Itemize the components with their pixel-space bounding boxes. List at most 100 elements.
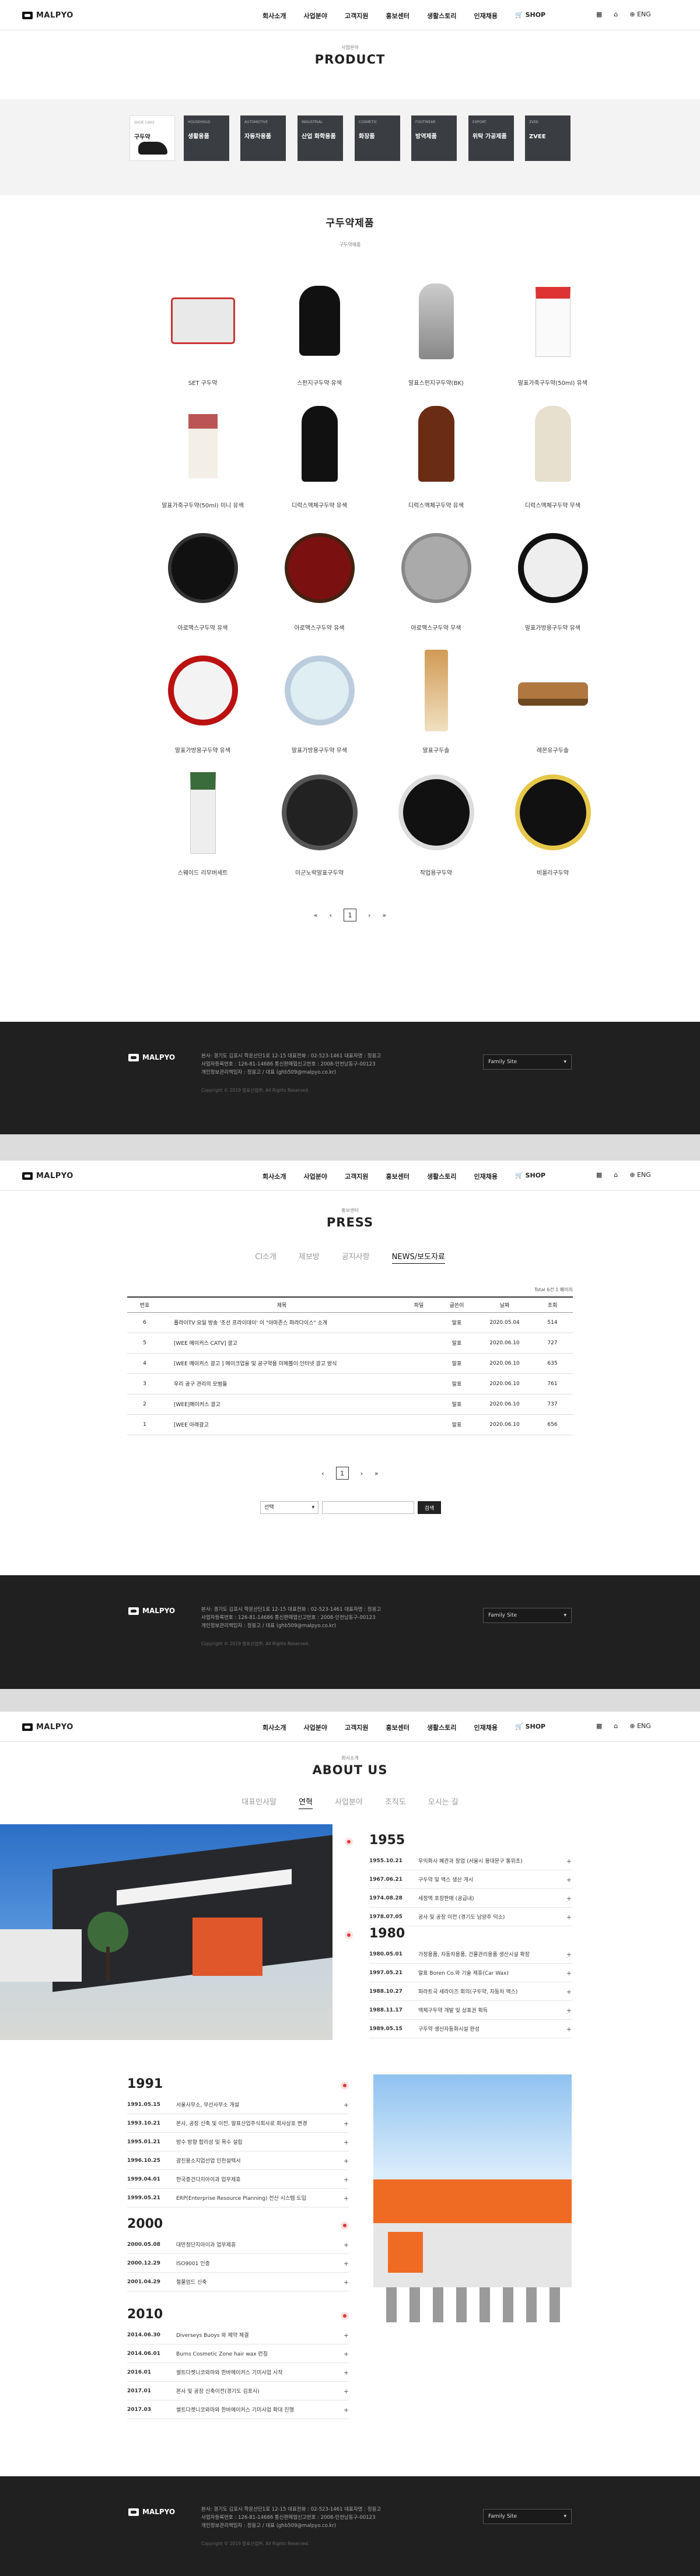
product-item[interactable]: 말표스펀지구두약(BK)	[376, 280, 496, 397]
next-page-button[interactable]: ›	[360, 1470, 363, 1477]
grid-icon[interactable]: ▦	[596, 10, 602, 18]
site-logo[interactable]: MALPYO	[22, 1723, 74, 1732]
history-event[interactable]: 1980.05.01 가정용품, 자동차용품, 건물관리용품 생산시설 확장 +	[369, 1945, 572, 1964]
product-item[interactable]: 말표가죽구두약(50ml) 유색	[493, 280, 612, 397]
history-event[interactable]: 1997.05.21 말표 Boren Co.와 기술 제휴(Car Wax) +	[369, 1964, 572, 1982]
history-event[interactable]: 1967.06.21 구두약 및 액스 생산 개시 +	[369, 1870, 572, 1889]
category-tile[interactable]: FOOTWEAR 방역제품	[411, 115, 457, 161]
home-icon[interactable]: ⌂	[614, 10, 618, 18]
product-item[interactable]: 말표가죽구두약(50ml) 미니 유색	[143, 402, 262, 519]
nav-item-recruit[interactable]: 인재채용	[474, 11, 498, 20]
nav-item-recruit[interactable]: 인재채용	[474, 1172, 498, 1181]
cell-title[interactable]: [WEE 아래광고	[162, 1414, 401, 1435]
tab-notice[interactable]: 공지사항	[342, 1250, 370, 1264]
history-event[interactable]: 1996.10.25 광진용소지업선업 인천설텍서 +	[127, 2151, 349, 2170]
last-page-button[interactable]: »	[382, 912, 386, 919]
category-tile[interactable]: COSMETIC 화장품	[355, 115, 400, 161]
product-item[interactable]: 디럭스액체구두약 무색	[493, 402, 612, 519]
nav-item-business[interactable]: 사업분야	[303, 1723, 327, 1732]
table-row[interactable]: 2 [WEE]메이커스 광고 말표 2020.06.10 737	[127, 1394, 573, 1415]
nav-item-pr[interactable]: 홍보센터	[386, 1172, 409, 1181]
tab-news[interactable]: NEWS/보도자료	[391, 1250, 445, 1264]
current-page[interactable]: 1	[344, 909, 356, 921]
history-event[interactable]: 2001.04.29 철물엄드 신축 +	[127, 2273, 349, 2291]
nav-item-company[interactable]: 회사소개	[262, 11, 286, 20]
history-event[interactable]: 1988.10.27 파라트국 세라이즈 회의(구두약, 자동차 액스) +	[369, 1982, 572, 2001]
family-site-select[interactable]: Family Site ▾	[483, 1054, 572, 1070]
history-event[interactable]: 1995.01.21 방수 방향 합리성 및 목수 설립 +	[127, 2133, 349, 2151]
home-icon[interactable]: ⌂	[614, 1171, 618, 1179]
history-event[interactable]: 1991.05.15 서울사무소, 무선사무소 개설 +	[127, 2095, 349, 2114]
search-button[interactable]: 검색	[418, 1501, 441, 1514]
tab-business[interactable]: 사업분야	[335, 1796, 363, 1809]
product-item[interactable]: 스펀지구두약 유색	[260, 280, 379, 397]
history-event[interactable]: 2000.12.29 ISO9001 인증 +	[127, 2254, 349, 2273]
nav-item-recruit[interactable]: 인재채용	[474, 1723, 498, 1732]
product-item[interactable]: 아로맥스구두약 무색	[376, 525, 496, 642]
table-row[interactable]: 1 [WEE 아래광고 말표 2020.06.10 656	[127, 1414, 573, 1435]
history-event[interactable]: 1993.10.21 본사, 공장 신축 및 이전, 말표산업주식회사로 회사상호…	[127, 2114, 349, 2133]
language-link[interactable]: ⊕ ENG	[629, 1722, 650, 1730]
category-tile[interactable]: ZVEE ZVEE	[525, 115, 570, 161]
category-tile[interactable]: EXPORT 위탁 가공제품	[468, 115, 514, 161]
cell-title[interactable]: 플라이TV 요일 방송 '조선 프라이데이' 이 "아마존스 파라다이스" 소개	[162, 1312, 401, 1333]
history-event[interactable]: 2016.01 썰트다켓니코와마와 한바메이커스 기미사업 시작 +	[127, 2363, 349, 2382]
tab-report[interactable]: 제보방	[299, 1250, 320, 1264]
nav-item-support[interactable]: 고객지원	[345, 11, 368, 20]
tab-history[interactable]: 연혁	[299, 1796, 313, 1809]
cell-title[interactable]: [WEE 메이커스 광고 ] 메이크업을 및 공구약용 미메볼이 인터넷 광고 …	[162, 1353, 401, 1374]
prev-page-button[interactable]: ‹	[321, 1470, 324, 1477]
history-event[interactable]: 1989.05.15 구두약 생산자동화시설 완성 +	[369, 2020, 572, 2038]
tab-greeting[interactable]: 대표인사말	[242, 1796, 276, 1809]
history-event[interactable]: 1999.04.01 한국증건다지아이과 업무제휴 +	[127, 2170, 349, 2189]
product-item[interactable]: 말표가방용구두약 유색	[493, 525, 612, 642]
product-item[interactable]: SET 구두약	[143, 280, 262, 397]
category-tile[interactable]: SHOE CARE 구두약	[130, 115, 175, 161]
nav-item-business[interactable]: 사업분야	[303, 1172, 327, 1181]
nav-item-company[interactable]: 회사소개	[262, 1723, 286, 1732]
grid-icon[interactable]: ▦	[596, 1722, 602, 1730]
next-page-button[interactable]: ›	[368, 912, 370, 919]
nav-item-shop[interactable]: 🛒 SHOP	[515, 1723, 545, 1732]
table-row[interactable]: 6 플라이TV 요일 방송 '조선 프라이데이' 이 "아마존스 파라다이스" 소…	[127, 1312, 573, 1333]
cell-title[interactable]: 우리 공구 관리의 모범들	[162, 1373, 401, 1394]
product-item[interactable]: 비올리구두약	[493, 770, 612, 886]
family-site-select[interactable]: Family Site ▾	[483, 2509, 572, 2524]
history-event[interactable]: 2014.06.01 Burns Cosmetic Zone hair wax 런…	[127, 2344, 349, 2363]
site-logo[interactable]: MALPYO	[22, 11, 74, 20]
category-tile[interactable]: AUTOMOTIVE 자동차용품	[240, 115, 286, 161]
history-event[interactable]: 1988.11.17 액체구두약 개발 및 상표권 획득 +	[369, 2001, 572, 2020]
table-row[interactable]: 3 우리 공구 관리의 모범들 말표 2020.06.10 761	[127, 1373, 573, 1394]
history-event[interactable]: 2014.06.30 Diverseys Buoys 와 제약 체결 +	[127, 2326, 349, 2344]
product-item[interactable]: 말표가방용구두약 유색	[143, 647, 262, 764]
nav-item-story[interactable]: 생활스토리	[427, 1723, 457, 1732]
home-icon[interactable]: ⌂	[614, 1722, 618, 1730]
product-item[interactable]: 디럭스액체구두약 유색	[376, 402, 496, 519]
last-page-button[interactable]: »	[374, 1470, 379, 1477]
nav-item-support[interactable]: 고객지원	[345, 1723, 368, 1732]
history-event[interactable]: 1999.05.21 ERP(Enterprise Resource Planni…	[127, 2189, 349, 2207]
nav-item-support[interactable]: 고객지원	[345, 1172, 368, 1181]
tab-ci[interactable]: CI소개	[255, 1250, 276, 1264]
cell-title[interactable]: [WEE]메이커스 광고	[162, 1394, 401, 1415]
first-page-button[interactable]: «	[314, 912, 318, 919]
history-event[interactable]: 2000.05.08 대만정단지아이과 업무제휴 +	[127, 2235, 349, 2254]
site-logo[interactable]: MALPYO	[22, 1172, 74, 1180]
nav-item-story[interactable]: 생활스토리	[427, 11, 457, 20]
nav-item-story[interactable]: 생활스토리	[427, 1172, 457, 1181]
product-item[interactable]: 미군노락말표구두약	[260, 770, 379, 886]
nav-item-shop[interactable]: 🛒 SHOP	[515, 11, 545, 20]
product-item[interactable]: 레몬유구두솔	[493, 647, 612, 764]
table-row[interactable]: 5 [WEE 메이커스 CATV] 광고 말표 2020.06.10 727	[127, 1333, 573, 1354]
language-link[interactable]: ⊕ ENG	[629, 10, 650, 18]
product-item[interactable]: 말표가방용구두약 무색	[260, 647, 379, 764]
nav-item-shop[interactable]: 🛒 SHOP	[515, 1172, 545, 1181]
family-site-select[interactable]: Family Site ▾	[483, 1608, 572, 1623]
search-type-select[interactable]: 선택 ▾	[260, 1501, 318, 1514]
product-item[interactable]: 스웨이드 리무버세트	[143, 770, 262, 886]
search-input[interactable]	[322, 1501, 414, 1514]
language-link[interactable]: ⊕ ENG	[629, 1171, 650, 1179]
history-event[interactable]: 1978.07.05 공사 및 공장 이전 (경기도 남양주 덕소) +	[369, 1908, 572, 1926]
product-item[interactable]: 디럭스액체구두약 유색	[260, 402, 379, 519]
nav-item-pr[interactable]: 홍보센터	[386, 1723, 409, 1732]
